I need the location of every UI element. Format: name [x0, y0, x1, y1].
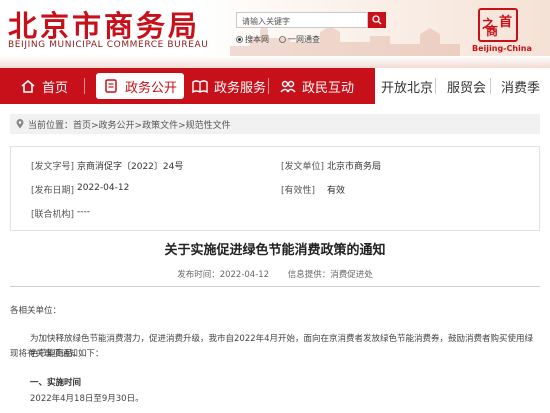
- breadcrumb-path[interactable]: 首页>政务公开>政策文件>规范性文件: [73, 118, 231, 131]
- site-title[interactable]: 北京市商务局: [8, 3, 200, 45]
- joint-agency-value: ----: [77, 207, 90, 217]
- breadcrumb: 当前位置： 首页>政务公开>政策文件>规范性文件: [10, 114, 540, 134]
- info-row: [联合机构] ----: [11, 207, 541, 227]
- nav-shade: [0, 56, 550, 68]
- search-scope: 搜本网 一网通查: [236, 34, 320, 45]
- radio-selected-icon: [236, 36, 243, 43]
- greeting: 各相关单位：: [10, 306, 62, 316]
- document-title: 关于实施促进绿色节能消费政策的通知: [164, 243, 386, 258]
- info-source: 信息提供：消费促进处: [287, 270, 373, 280]
- nav-item-gov-affairs-open[interactable]: 政务公开: [96, 73, 185, 99]
- breadcrumb-prefix: 当前位置：: [28, 120, 74, 131]
- location-icon: [16, 119, 24, 129]
- validity-label: [有效性]: [281, 186, 316, 196]
- section-heading: 一、实施时间: [30, 378, 82, 388]
- nav-item-gov-services[interactable]: 政务服务: [192, 68, 266, 104]
- validity-value: 有效: [327, 186, 346, 196]
- site-header: 北京市商务局 BEIJING MUNICIPAL COMMERCE BUREAU…: [0, 0, 550, 56]
- main-nav: 首页 政务公开 政务服务 政民互动 开放北京 服贸会 消费季: [0, 68, 550, 104]
- publish-time: 发布时间：2022-04-12: [177, 270, 270, 280]
- radio-icon: [279, 36, 286, 43]
- nav-secondary: 开放北京 服贸会 消费季: [375, 68, 550, 104]
- document-meta: 发布时间：2022-04-12 信息提供：消费促进处: [0, 268, 550, 280]
- nav-divider: [84, 78, 85, 94]
- document-icon: [103, 78, 119, 94]
- scope-option-site[interactable]: 搜本网: [236, 34, 269, 45]
- nav-divider: [178, 78, 179, 94]
- search-button[interactable]: [368, 12, 386, 28]
- scope-option-all[interactable]: 一网通查: [279, 34, 320, 45]
- issuer-label: [发文单位]: [281, 162, 325, 172]
- nav-divider: [435, 78, 436, 94]
- issuer-value: 北京市商务局: [327, 162, 382, 172]
- people-icon: [280, 78, 296, 94]
- book-icon: [192, 78, 208, 94]
- capital-logo[interactable]: 首 之 商 Beijing-China: [470, 8, 532, 54]
- paragraph: 现将有关事项通知如下：: [10, 349, 104, 359]
- publish-date-label: [发布日期]: [31, 186, 75, 196]
- publish-date-value: 2022-04-12: [77, 183, 130, 193]
- home-icon: [20, 78, 36, 94]
- section-text: 2022年4月18日至9月30日。: [30, 394, 144, 404]
- joint-agency-label: [联合机构]: [31, 210, 75, 220]
- nav-divider: [490, 78, 491, 94]
- nav-item-consumption-season[interactable]: 消费季: [501, 68, 540, 104]
- search-icon: [372, 15, 382, 25]
- logo-text: Beijing-China: [472, 44, 532, 53]
- document-info-table: [发文字号] 京商消促字〔2022〕24号 [发文单位] 北京市商务局 [发布日…: [10, 146, 540, 231]
- site-subtitle-en: BEIJING MUNICIPAL COMMERCE BUREAU: [8, 40, 209, 50]
- nav-item-home[interactable]: 首页: [20, 68, 68, 104]
- nav-item-open-beijing[interactable]: 开放北京: [381, 68, 433, 104]
- title-divider: [10, 286, 540, 287]
- info-row: [发布日期] 2022-04-12 [有效性] 有效: [11, 183, 541, 203]
- nav-divider: [268, 78, 269, 94]
- info-row: [发文字号] 京商消促字〔2022〕24号 [发文单位] 北京市商务局: [11, 159, 541, 179]
- doc-number-value: 京商消促字〔2022〕24号: [77, 162, 184, 172]
- nav-item-interaction[interactable]: 政民互动: [280, 68, 354, 104]
- search-input[interactable]: 请输入关键字: [236, 12, 368, 28]
- doc-number-label: [发文字号]: [31, 162, 75, 172]
- logo-mark: 首 之 商: [478, 8, 518, 42]
- nav-item-trade-fair[interactable]: 服贸会: [447, 68, 486, 104]
